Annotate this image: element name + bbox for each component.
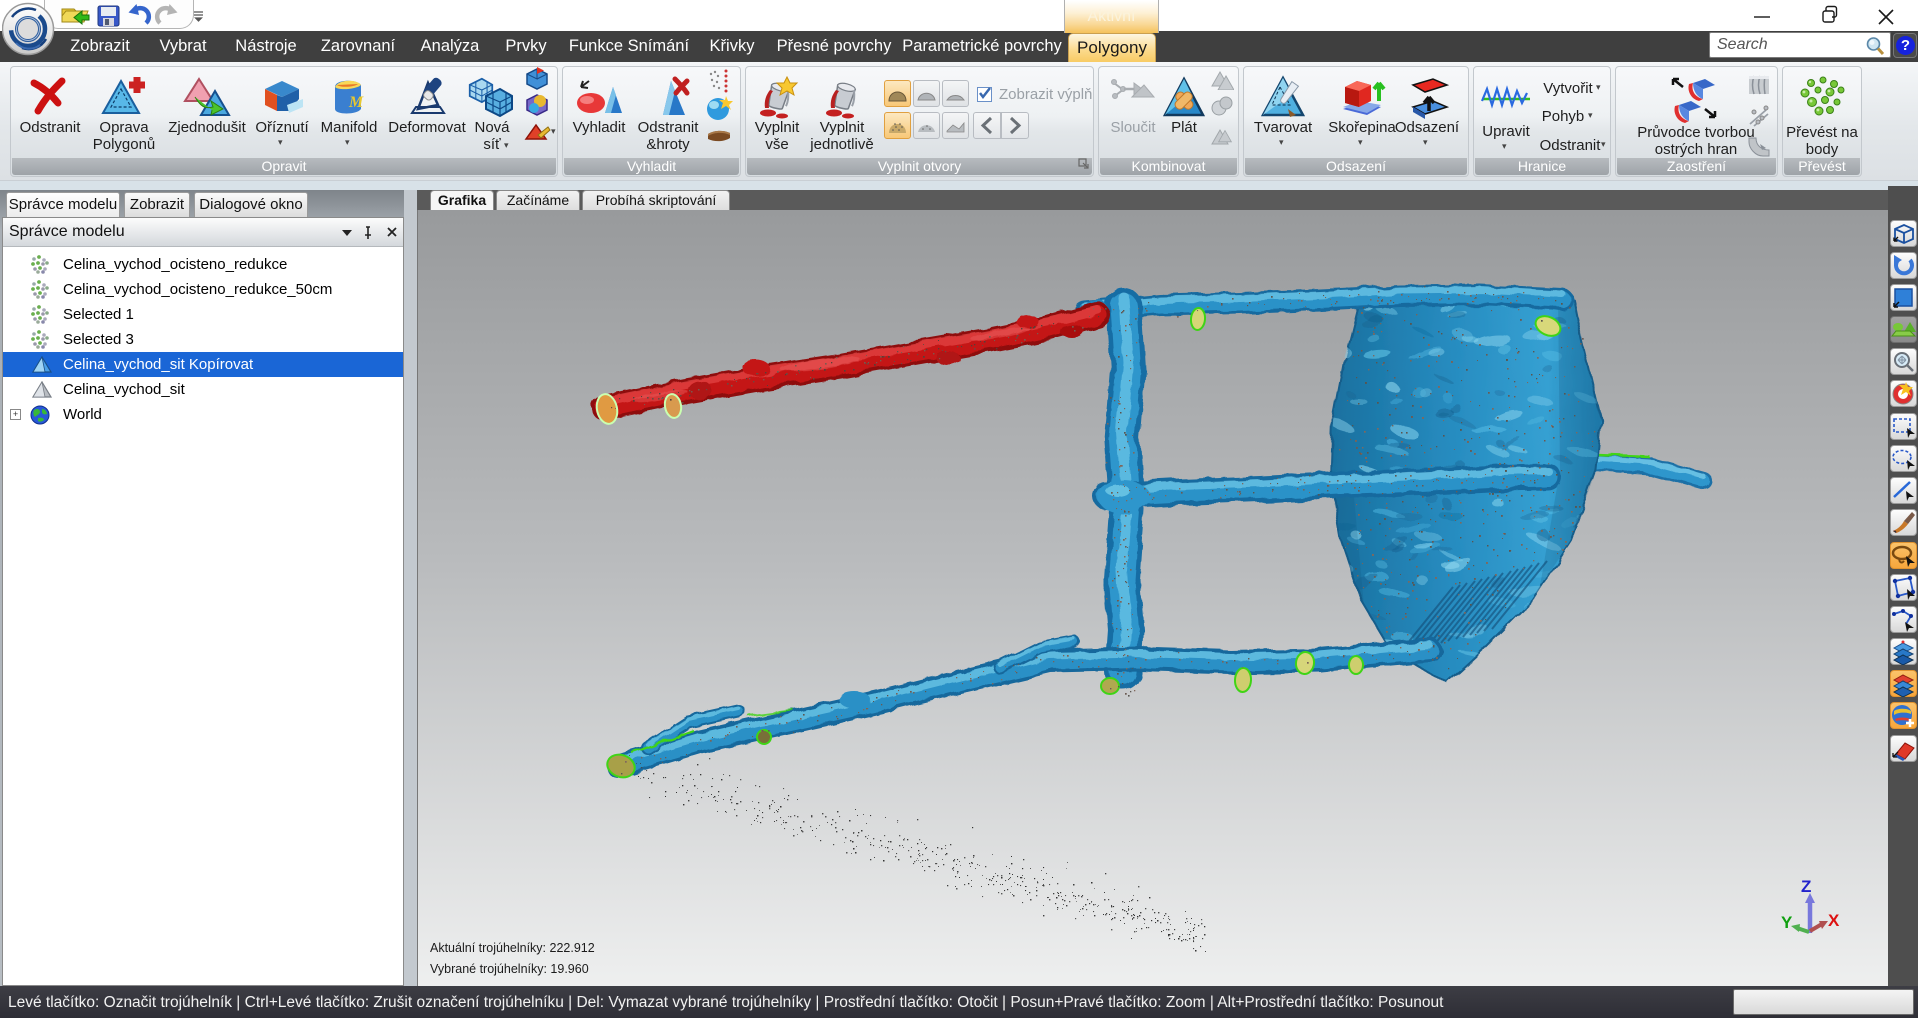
- svg-text:M: M: [348, 94, 364, 111]
- svg-text:X: X: [1828, 911, 1840, 930]
- svg-text:Y: Y: [1781, 913, 1793, 932]
- svg-text:Z: Z: [1801, 877, 1811, 896]
